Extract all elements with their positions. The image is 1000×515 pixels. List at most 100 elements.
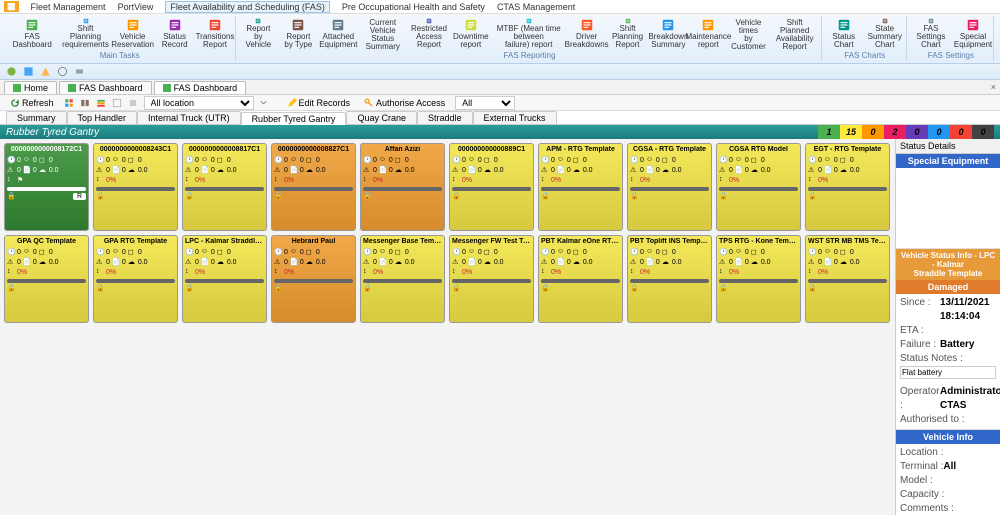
vehicle-card[interactable]: LPC - Kalmar Straddle Template🕐0☺0◻0⚠0📄0… (182, 235, 267, 323)
category-tabs: SummaryTop HandlerInternal Truck (UTR)Ru… (0, 111, 1000, 125)
status-notes-input[interactable] (900, 366, 996, 379)
menu-item[interactable]: CTAS Management (497, 2, 575, 12)
fas-dashboard[interactable]: FAS Dashboard (4, 16, 60, 51)
progress-bar (452, 187, 531, 191)
toolbar-icon[interactable] (80, 98, 90, 108)
refresh-button[interactable]: Refresh (6, 98, 58, 108)
status-badge: Damaged (896, 280, 1000, 294)
since-value: 13/11/2021 18:14:04 (940, 296, 996, 324)
vehicle-card[interactable]: 000000000000889C1🕐0☺0◻0⚠0📄0☁0.0↕0%🔒 (449, 143, 534, 231)
category-tab[interactable]: External Trucks (473, 111, 557, 124)
vehicle-card[interactable]: EGT - RTG Template🕐0☺0◻0⚠0📄0☁0.0↕0%🔒 (805, 143, 890, 231)
vehicle-info-header[interactable]: Vehicle Info (896, 430, 1000, 444)
category-tab[interactable]: Quay Crane (346, 111, 417, 124)
vehicle-times-by-customer[interactable]: Vehicle timesby Customer (728, 16, 768, 51)
arrows-icon: ↕ (808, 268, 816, 276)
progress-bar (96, 187, 175, 191)
special-equipment-header[interactable]: Special Equipment (896, 154, 1000, 168)
face-icon: ☺ (557, 248, 565, 256)
vehicle-card[interactable]: APM - RTG Template🕐0☺0◻0⚠0📄0☁0.0↕0%🔒 (538, 143, 623, 231)
shift-planning-req[interactable]: Shift Planningrequirements (60, 16, 110, 51)
document-tab[interactable]: Home (4, 81, 57, 94)
vehicle-card[interactable]: 0000000000008827C1🕐0☺0◻0⚠0📄0☁0.0↕0%🔒 (271, 143, 356, 231)
state-summary-chart[interactable]: State SummaryChart (864, 16, 906, 51)
vehicle-status-header: Vehicle Status Info - LPC - Kalmar Strad… (896, 249, 1000, 280)
menu-item-active[interactable]: Fleet Availability and Scheduling (FAS) (165, 1, 329, 13)
vehicle-card[interactable]: CGSA RTG Model🕐0☺0◻0⚠0📄0☁0.0↕0%🔒 (716, 143, 801, 231)
vehicle-card[interactable]: 0000000000008172C1🕐0☺0◻0⚠0📄0☁0.0↕⚑🔒R (4, 143, 89, 231)
breakdown-summary[interactable]: BreakdownSummary (648, 16, 688, 51)
authorise-access-button[interactable]: Authorise Access (360, 98, 449, 108)
toolbar-icon[interactable] (64, 98, 74, 108)
cloud-icon: ☁ (39, 258, 47, 266)
vehicle-card[interactable]: 0000000000008817C1🕐0☺0◻0⚠0📄0☁0.0↕0%🔒 (182, 143, 267, 231)
qat-icon[interactable] (40, 66, 51, 77)
downtime-report[interactable]: Downtimereport (451, 16, 491, 51)
progress-bar (452, 279, 531, 283)
status-chart[interactable]: StatusChart (824, 16, 864, 51)
progress-bar (808, 187, 887, 191)
category-tab[interactable]: Summary (6, 111, 67, 124)
arrows-icon: ↕ (96, 268, 104, 276)
vehicle-card[interactable]: Affan Azizi🕐0☺0◻0⚠0📄0☁0.0↕0%🔒 (360, 143, 445, 231)
category-tab[interactable]: Internal Truck (UTR) (137, 111, 241, 124)
toolbar-icon[interactable] (96, 98, 106, 108)
document-tab[interactable]: FAS Dashboard (154, 81, 247, 94)
report-by-type[interactable]: Reportby Type (278, 16, 318, 51)
arrows-icon: ↕ (7, 268, 15, 276)
toolbar-icon[interactable] (112, 98, 122, 108)
clock-icon: 🕐 (274, 248, 282, 256)
vehicle-card[interactable]: Messenger Base Template🕐0☺0◻0⚠0📄0☁0.0↕0%… (360, 235, 445, 323)
box-icon: ◻ (662, 248, 670, 256)
note-icon: 📄 (201, 166, 209, 174)
vehicle-card[interactable]: 0000000000008243C1🕐0☺0◻0⚠0📄0☁0.0↕0%🔒 (93, 143, 178, 231)
close-tab-icon[interactable]: × (991, 82, 996, 92)
vehicle-card[interactable]: GPA RTG Template🕐0☺0◻0⚠0📄0☁0.0↕0%🔒 (93, 235, 178, 323)
special-equipment[interactable]: SpecialEquipment (953, 16, 993, 51)
qat-icon[interactable] (23, 66, 34, 77)
menu-item[interactable]: Pre Occupational Health and Safety (342, 2, 485, 12)
shift-planned-availability[interactable]: Shift PlannedAvailability Report (769, 16, 821, 51)
category-tab[interactable]: Rubber Tyred Gantry (241, 112, 347, 125)
attached-equipment[interactable]: AttachedEquipment (318, 16, 358, 51)
vehicle-card[interactable]: CGSA - RTG Template🕐0☺0◻0⚠0📄0☁0.0↕0%🔒 (627, 143, 712, 231)
vehicle-reservation[interactable]: VehicleReservation (111, 16, 155, 51)
menu-item[interactable]: PortView (118, 2, 154, 12)
current-vehicle-status[interactable]: Current VehicleStatus Summary (358, 16, 407, 51)
maintenance-report[interactable]: Maintenancereport (688, 16, 728, 51)
report-by-vehicle[interactable]: Report byVehicle (238, 16, 278, 51)
cloud-icon: ☁ (484, 258, 492, 266)
edit-records-button[interactable]: Edit Records (283, 98, 355, 108)
category-tab[interactable]: Straddle (417, 111, 473, 124)
qat-icon[interactable] (74, 66, 85, 77)
progress-bar (719, 187, 798, 191)
vehicle-card[interactable]: PBT Toplift INS Template🕐0☺0◻0⚠0📄0☁0.0↕0… (627, 235, 712, 323)
pencil-icon (287, 98, 297, 108)
vehicle-card[interactable]: PBT Kalmar eOne RTG 2017 - St🕐0☺0◻0⚠0📄0☁… (538, 235, 623, 323)
qat-icon[interactable] (6, 66, 17, 77)
mtbf[interactable]: MTBF (Mean time betweenfailure) report (491, 16, 567, 51)
fas-settings-chart[interactable]: FAS SettingsChart (909, 16, 953, 51)
vehicle-card[interactable]: WST STR MB TMS Template🕐0☺0◻0⚠0📄0☁0.0↕0%… (805, 235, 890, 323)
card-title: Messenger Base Template (363, 238, 442, 245)
menu-item[interactable]: Fleet Management (31, 2, 106, 12)
filter-select[interactable]: All (455, 96, 515, 110)
cloud-icon: ☁ (662, 166, 670, 174)
shift-planning-report[interactable]: Shift PlanningReport (607, 16, 649, 51)
category-tab[interactable]: Top Handler (67, 111, 138, 124)
toolbar-icon[interactable] (128, 98, 138, 108)
status-count: 15 (840, 125, 862, 139)
vehicle-card[interactable]: GPA QC Template🕐0☺0◻0⚠0📄0☁0.0↕0%🔒 (4, 235, 89, 323)
vehicle-card[interactable]: Messenger FW Test Template🕐0☺0◻0⚠0📄0☁0.0… (449, 235, 534, 323)
transitions-report[interactable]: TransitionsReport (195, 16, 236, 51)
driver-breakdowns[interactable]: DriverBreakdowns (567, 16, 607, 51)
qat-icon[interactable] (57, 66, 68, 77)
box-icon: ◻ (306, 156, 314, 164)
status-record[interactable]: StatusRecord (155, 16, 195, 51)
vehicle-card[interactable]: TPS RTG - Kone Template🕐0☺0◻0⚠0📄0☁0.0↕0%… (716, 235, 801, 323)
document-tab[interactable]: FAS Dashboard (59, 81, 152, 94)
vehicle-card[interactable]: Hebrard Paul🕐0☺0◻0⚠0📄0☁0.0↕0%🔒 (271, 235, 356, 323)
location-select[interactable]: All location (144, 96, 254, 110)
lock-icon: 🔒 (185, 192, 193, 200)
restricted-access[interactable]: RestrictedAccess Report (407, 16, 451, 51)
